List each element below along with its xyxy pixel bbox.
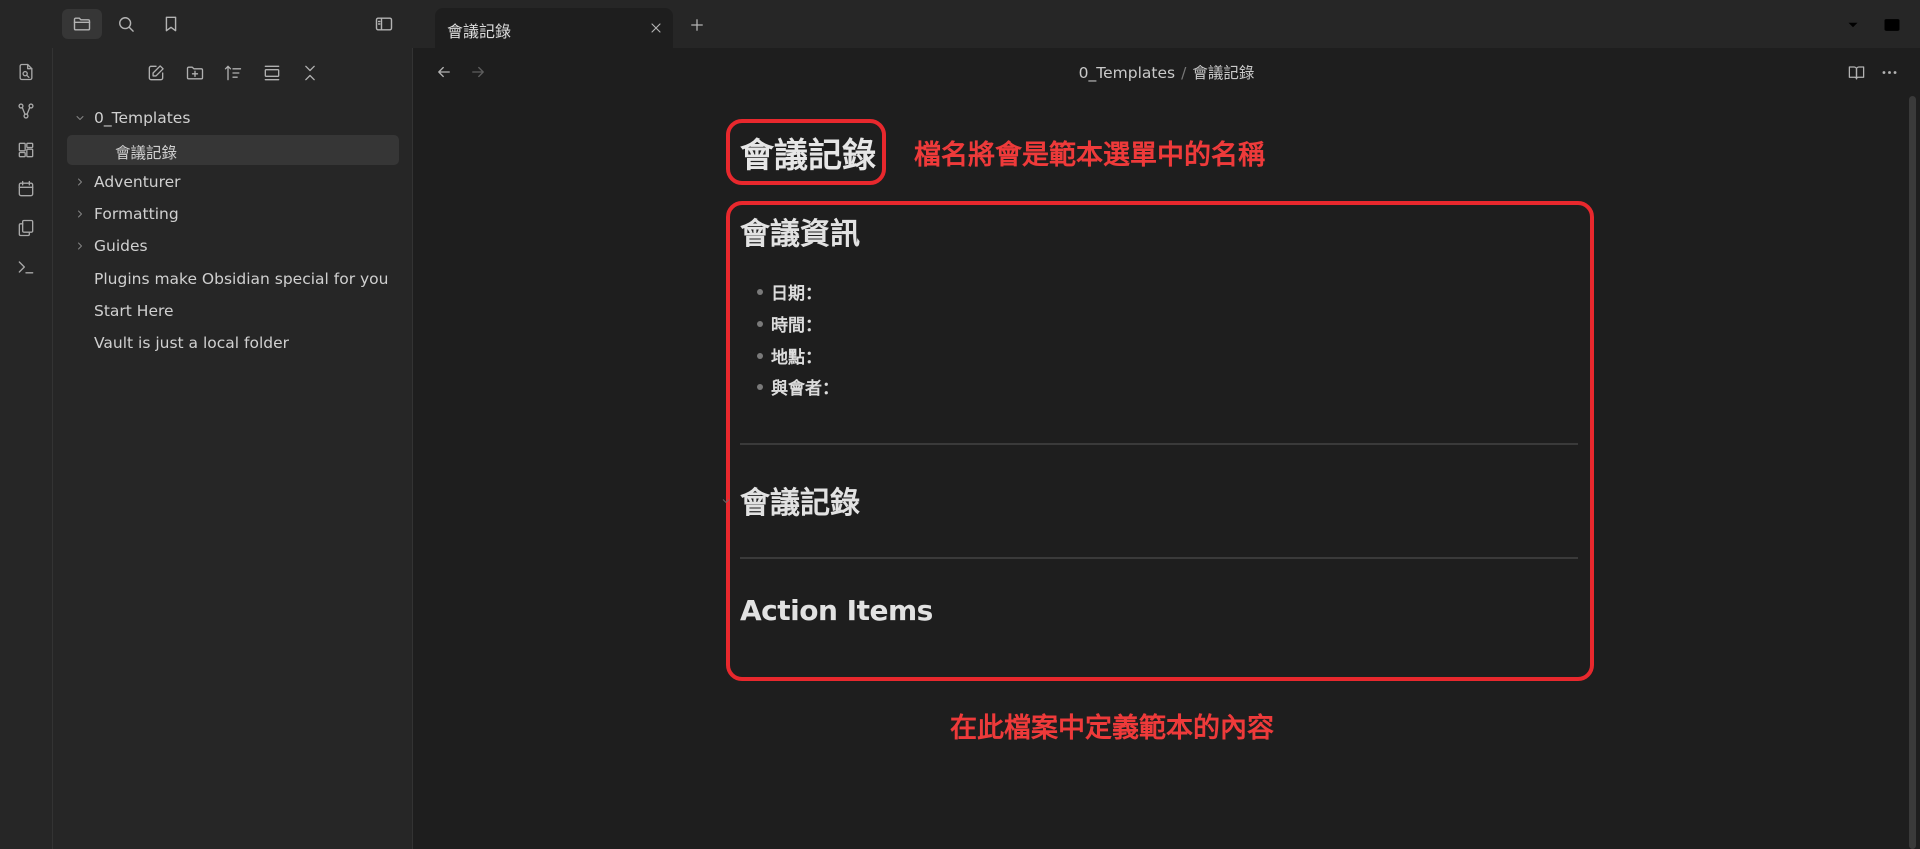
tree-item-label: Adventurer xyxy=(94,173,181,191)
templates-icon xyxy=(18,219,34,237)
new-note-icon xyxy=(148,65,164,81)
close-icon xyxy=(651,23,661,33)
reading-view-icon xyxy=(1848,65,1864,79)
canvas-button[interactable] xyxy=(14,138,38,162)
chevron-down-icon xyxy=(73,111,87,125)
tree-item-label: Start Here xyxy=(94,302,174,320)
file-explorer-button[interactable] xyxy=(62,9,102,39)
daily-note-icon xyxy=(18,180,34,197)
bookmark-icon xyxy=(165,16,177,32)
auto-reveal-icon xyxy=(264,65,280,81)
more-options-icon xyxy=(1882,70,1896,74)
graph-view-icon xyxy=(18,103,34,119)
daily-note-button[interactable] xyxy=(14,177,38,201)
chevron-down-icon xyxy=(1848,22,1858,28)
fold-chevron-icon[interactable] xyxy=(720,492,734,506)
tree-file-plugins[interactable]: Plugins make Obsidian special for you xyxy=(67,264,399,294)
title-bar: 會議記錄 xyxy=(0,0,1920,48)
right-sidebar-icon xyxy=(1884,19,1900,31)
breadcrumb-separator: / xyxy=(1181,64,1187,82)
list-item-attendees[interactable]: 與會者： xyxy=(771,374,839,399)
new-tab-button[interactable] xyxy=(684,12,710,38)
canvas-icon xyxy=(18,142,34,158)
plus-icon xyxy=(691,19,703,31)
tab-title: 會議記錄 xyxy=(447,22,512,41)
tree-file-start-here[interactable]: Start Here xyxy=(67,296,399,326)
reading-view-button[interactable] xyxy=(1844,60,1868,84)
file-explorer: 0_Templates 會議記錄 Adventurer Formatting G… xyxy=(53,48,413,849)
tree-item-label: Formatting xyxy=(94,205,179,223)
quick-switcher-button[interactable] xyxy=(14,60,38,84)
sidebar-tab-header xyxy=(0,0,435,48)
horizontal-rule xyxy=(740,443,1578,445)
breadcrumb: 0_Templates / 會議記錄 xyxy=(413,61,1920,83)
tab-close-button[interactable] xyxy=(645,17,667,39)
horizontal-rule xyxy=(740,557,1578,559)
new-folder-icon xyxy=(186,66,204,80)
command-palette-icon xyxy=(18,261,34,274)
tab-active-note[interactable]: 會議記錄 xyxy=(435,8,673,48)
tab-list-button[interactable] xyxy=(1840,12,1866,38)
tree-item-label: 會議記錄 xyxy=(115,144,178,162)
bullet-dot xyxy=(757,289,763,295)
tree-folder-guides[interactable]: Guides xyxy=(67,231,399,261)
bullet-dot xyxy=(757,321,763,327)
collapse-all-icon xyxy=(305,65,315,81)
tree-file-meeting-notes[interactable]: 會議記錄 xyxy=(67,135,399,165)
heading-meeting-notes[interactable]: 會議記錄 xyxy=(740,478,860,522)
tree-item-label: Vault is just a local folder xyxy=(94,334,290,352)
sidebar-toggle-icon xyxy=(375,17,393,31)
chevron-right-icon xyxy=(73,207,87,221)
annotation-body-note: 在此檔案中定義範本的內容 xyxy=(950,713,1274,744)
toggle-left-sidebar-button[interactable] xyxy=(364,9,404,39)
auto-reveal-button[interactable] xyxy=(257,60,287,86)
list-item-time[interactable]: 時間： xyxy=(771,311,822,336)
heading-action-items[interactable]: Action Items xyxy=(740,594,933,627)
open-quick-switcher-icon xyxy=(19,63,33,81)
ribbon xyxy=(0,48,53,849)
heading-meeting-info[interactable]: 會議資訊 xyxy=(740,209,860,253)
list-item-date[interactable]: 日期： xyxy=(771,279,822,304)
bookmarks-button[interactable] xyxy=(151,9,191,39)
search-icon xyxy=(119,17,134,32)
breadcrumb-folder[interactable]: 0_Templates xyxy=(1079,64,1175,82)
collapse-all-button[interactable] xyxy=(295,60,325,86)
command-palette-button[interactable] xyxy=(14,255,38,279)
bullet-dot xyxy=(757,384,763,390)
bullet-dot xyxy=(757,353,763,359)
toggle-right-sidebar-button[interactable] xyxy=(1878,12,1906,38)
tree-item-label: Plugins make Obsidian special for you xyxy=(94,270,389,288)
chevron-right-icon xyxy=(73,175,87,189)
folder-icon xyxy=(73,17,91,31)
tree-item-label: Guides xyxy=(94,237,148,255)
tree-folder-formatting[interactable]: Formatting xyxy=(67,199,399,229)
new-note-button[interactable] xyxy=(141,60,171,86)
new-folder-button[interactable] xyxy=(180,60,210,86)
search-button[interactable] xyxy=(106,9,146,39)
tree-folder-templates[interactable]: 0_Templates xyxy=(67,103,399,133)
tree-folder-adventurer[interactable]: Adventurer xyxy=(67,167,399,197)
editor-scrollbar[interactable] xyxy=(1909,96,1916,849)
sort-icon xyxy=(224,65,242,81)
insert-template-button[interactable] xyxy=(14,216,38,240)
annotation-title-note: 檔名將會是範本選單中的名稱 xyxy=(914,140,1265,171)
chevron-right-icon xyxy=(73,239,87,253)
more-options-button[interactable] xyxy=(1877,60,1901,84)
annotation-box-title xyxy=(726,119,886,185)
sort-button[interactable] xyxy=(218,60,248,86)
list-item-location[interactable]: 地點： xyxy=(771,343,822,368)
breadcrumb-file[interactable]: 會議記錄 xyxy=(1192,64,1254,82)
graph-view-button[interactable] xyxy=(14,99,38,123)
tree-file-vault[interactable]: Vault is just a local folder xyxy=(67,328,399,358)
tree-item-label: 0_Templates xyxy=(94,109,191,127)
